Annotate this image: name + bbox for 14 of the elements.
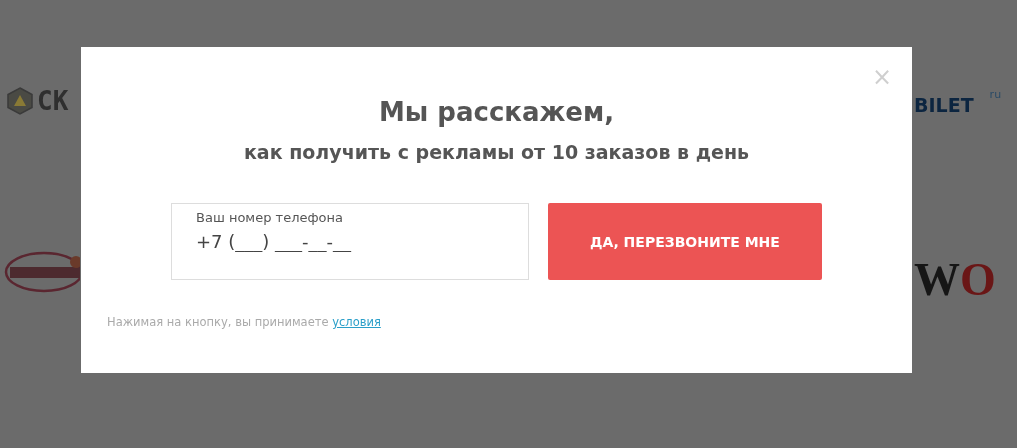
modal-subtitle: как получить с рекламы от 10 заказов в день [243,141,750,163]
logo-text: СК [37,86,69,116]
field-label: Ваш номер телефона [196,210,344,225]
logo-text: BILET [914,94,974,116]
phone-field[interactable]: Ваш номер телефона +7 (___) ___-__-__ [171,203,529,280]
phone-input[interactable]: +7 (___) ___-__-__ [196,231,496,252]
modal-title: Мы расскажем, [378,97,615,127]
logo-suffix: ru [989,88,1002,101]
terms-link[interactable]: условия [332,315,381,329]
logo-text: WO [914,257,996,303]
hexagon-logo-icon [7,87,33,115]
emblem-logo-icon [4,250,80,294]
callback-button[interactable]: ДА, ПЕРЕЗВОНИТЕ МНЕ [548,203,822,280]
consent-note: Нажимая на кнопку, вы принимаете [107,315,329,329]
